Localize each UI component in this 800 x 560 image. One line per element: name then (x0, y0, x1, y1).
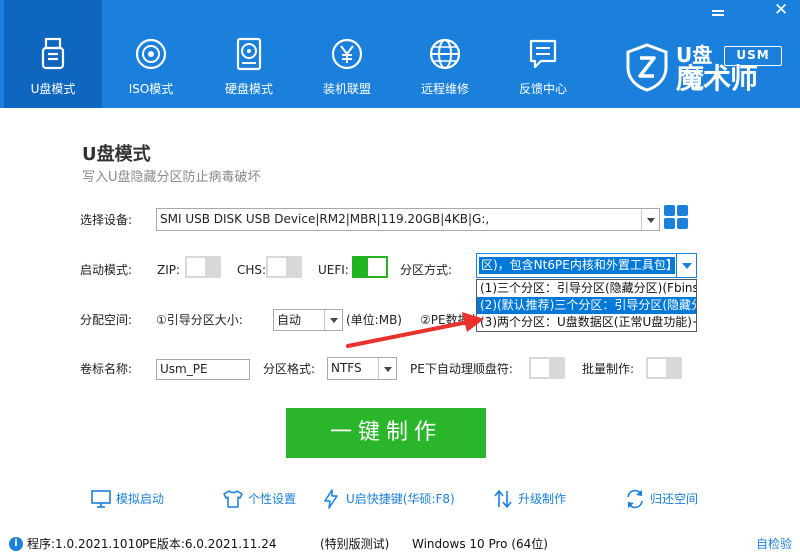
device-select[interactable]: SMI USB DISK USB Device|RM2|MBR|119.20GB… (156, 208, 660, 231)
partition-mode-dropdown: (1)三个分区：引导分区(隐藏分区)(Fbinst (2)(默认推荐)三个分区：… (476, 279, 697, 332)
usb-drive-icon (41, 37, 65, 70)
boot-size-select[interactable]: 自动 (273, 309, 343, 331)
batch-label: 批量制作: (582, 362, 635, 376)
nav-label: ISO模式 (128, 82, 174, 96)
partition-mode-select[interactable]: 区)，包含Nt6PE内核和外置工具包】 (476, 253, 697, 278)
volume-name-input[interactable]: Usm_PE (156, 359, 250, 380)
nav-feedback[interactable]: 反馈中心 (494, 0, 592, 108)
self-check-link[interactable]: 自检验 (756, 537, 792, 551)
tool-label: U启快捷键(华硕:F8) (346, 492, 455, 506)
yen-coin-icon (331, 38, 363, 70)
zip-label: ZIP: (157, 263, 181, 277)
globe-icon (429, 38, 461, 70)
format-label: 分区格式: (263, 362, 316, 376)
device-label: 选择设备: (80, 213, 133, 227)
format-select[interactable]: NTFS (327, 357, 397, 380)
format-value: NTFS (331, 361, 362, 375)
nav-label: 远程维修 (420, 82, 469, 96)
device-select-value: SMI USB DISK USB Device|RM2|MBR|119.20GB… (160, 212, 490, 226)
nav-install-alliance[interactable]: 装机联盟 (298, 0, 396, 108)
volume-label: 卷标名称: (80, 362, 133, 376)
annotation-arrow-icon (346, 312, 484, 348)
close-icon[interactable]: ✕ (774, 2, 788, 19)
disc-icon (135, 38, 167, 70)
tool-simulate-boot[interactable]: 模拟启动 (90, 488, 164, 510)
shield-logo-icon (626, 43, 668, 92)
partition-mode-value: 区)，包含Nt6PE内核和外置工具包】 (479, 257, 675, 274)
chevron-down-icon (378, 358, 396, 379)
nav-usb-mode[interactable]: U盘模式 (4, 0, 102, 108)
chevron-down-icon (641, 209, 659, 230)
hard-disk-icon (236, 37, 262, 71)
chat-bubble-icon (529, 39, 557, 69)
uefi-toggle[interactable] (352, 256, 388, 278)
nav-label: 硬盘模式 (224, 82, 273, 96)
info-icon: i (9, 537, 23, 551)
page-title: U盘模式 (82, 144, 151, 165)
pe-version: PE版本:6.0.2021.11.24 (142, 537, 277, 551)
tshirt-icon (223, 490, 243, 508)
lightning-icon (324, 489, 338, 509)
nav-hdd-mode[interactable]: 硬盘模式 (200, 0, 298, 108)
partition-option-2[interactable]: (2)(默认推荐)三个分区：引导分区(隐藏分 (477, 297, 696, 314)
nav-label: U盘模式 (30, 82, 76, 96)
nav-iso-mode[interactable]: ISO模式 (102, 0, 200, 108)
nav-remote-repair[interactable]: 远程维修 (396, 0, 494, 108)
uefi-label: UEFI: (318, 263, 349, 277)
tool-restore-space[interactable]: 归还空间 (624, 488, 698, 510)
auto-letter-label: PE下自动理顺盘符: (410, 362, 513, 376)
tool-label: 升级制作 (518, 492, 567, 506)
os-version: Windows 10 Pro (64位) (412, 537, 548, 551)
boot-mode-label: 启动模式: (80, 263, 133, 277)
chevron-down-icon[interactable] (676, 254, 696, 277)
tool-label: 模拟启动 (116, 492, 165, 506)
up-down-arrows-icon (494, 489, 512, 509)
partition-mode-label: 分区方式: (400, 263, 453, 277)
nav-label: 反馈中心 (518, 82, 567, 96)
program-version: 程序:1.0.2021.1010 (27, 537, 143, 551)
chs-label: CHS: (237, 263, 267, 277)
batch-toggle[interactable] (646, 357, 682, 379)
auto-letter-toggle[interactable] (529, 357, 565, 379)
chs-toggle[interactable] (266, 256, 302, 278)
zip-toggle[interactable] (185, 256, 221, 278)
page-subtitle: 写入U盘隐藏分区防止病毒破坏 (82, 170, 261, 185)
boot-size-value: 自动 (277, 313, 302, 327)
minimize-icon[interactable] (711, 6, 725, 20)
brand-logo: U盘 USM 魔术师 (618, 40, 788, 94)
partition-option-1[interactable]: (1)三个分区：引导分区(隐藏分区)(Fbinst (477, 280, 696, 297)
tool-label: 归还空间 (650, 492, 699, 506)
tool-personalize[interactable]: 个性设置 (222, 488, 296, 510)
boot-size-label: ①引导分区大小: (156, 313, 243, 327)
header-bar: ✕ U盘模式 ISO模式 硬盘模式 装机联盟 远程维修 反馈中心 U盘 USM … (0, 0, 800, 108)
tool-upgrade[interactable]: 升级制作 (492, 488, 566, 510)
monitor-icon (91, 490, 111, 508)
alloc-space-label: 分配空间: (80, 313, 133, 327)
one-click-make-button[interactable]: 一键制作 (286, 408, 486, 458)
partition-option-3[interactable]: (3)两个分区：U盘数据区(正常U盘功能)+ (477, 314, 696, 331)
brand-main-text: 魔术师 (676, 62, 758, 95)
refresh-icon (627, 489, 643, 509)
nav-label: 装机联盟 (322, 82, 371, 96)
device-list-grid-icon[interactable] (664, 205, 690, 231)
tool-label: 个性设置 (248, 492, 297, 506)
tool-boot-hotkey[interactable]: U启快捷键(华硕:F8) (320, 488, 455, 510)
edition-label: (特别版测试) (320, 537, 390, 551)
